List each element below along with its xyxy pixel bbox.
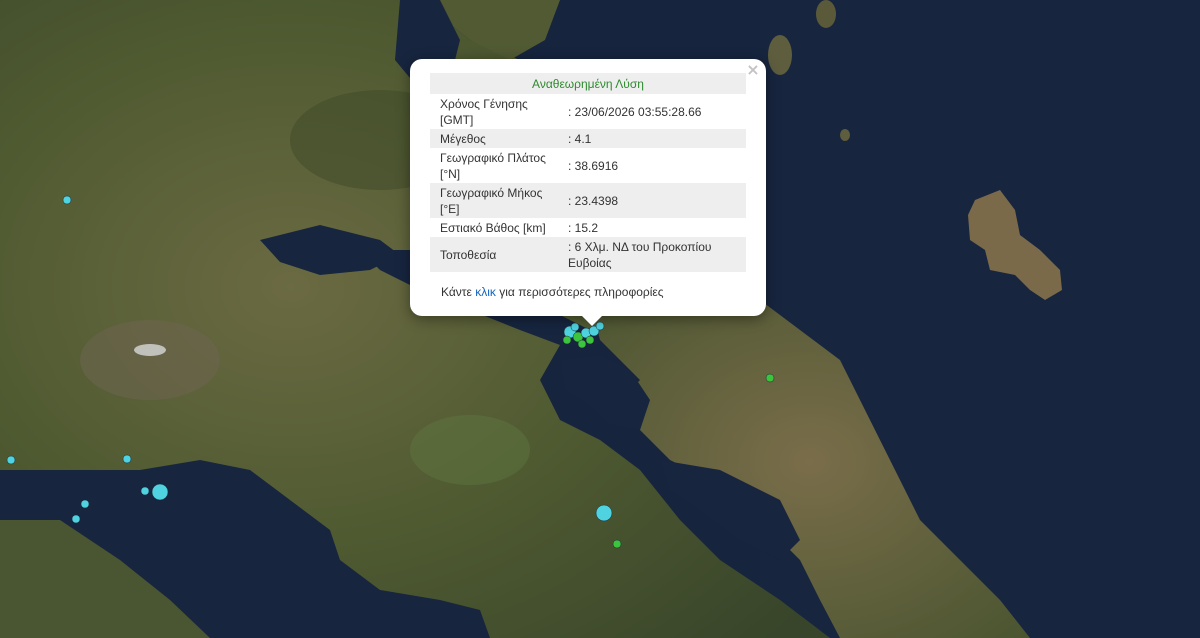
row-value: : 38.6916 [568,159,619,173]
earthquake-marker[interactable] [122,454,132,464]
earthquake-marker[interactable] [765,373,775,383]
more-info-prefix: Κάντε [441,285,472,299]
earthquake-marker[interactable] [151,483,169,501]
close-icon[interactable]: × [746,62,760,78]
earthquake-marker[interactable] [6,455,16,465]
island [816,0,836,28]
table-row: Εστιακό Βάθος [km] : 15.2 [430,218,746,237]
table-row: Τοποθεσία : 6 Χλμ. ΝΔ του Προκοπίου Ευβο… [430,237,746,272]
more-info-suffix: για περισσότερες πληροφορίες [499,285,664,299]
earthquake-marker[interactable] [71,514,81,524]
mountain-snow [134,344,166,356]
row-label: Χρόνος Γένησης [GMT] [440,97,528,127]
earthquake-popup: × Αναθεωρημένη Λύση Χρόνος Γένησης [GMT]… [410,59,766,326]
row-value: : 4.1 [566,129,746,148]
earthquake-marker[interactable] [577,339,587,349]
row-label: Εστιακό Βάθος [km] [440,221,546,235]
more-info-text: Κάντε κλικ για περισσότερες πληροφορίες [441,285,664,299]
earthquake-marker[interactable] [612,539,622,549]
more-info-link[interactable]: κλικ [475,285,496,299]
table-row: Γεωγραφικό Μήκος [°E] : 23.4398 [430,183,746,218]
table-row: Μέγεθος : 4.1 [430,129,746,148]
row-value: : 6 Χλμ. ΝΔ του Προκοπίου Ευβοίας [566,237,746,272]
row-value: : 15.2 [568,221,599,235]
row-label: Τοποθεσία [430,237,566,272]
row-value: : 23/06/2026 03:55:28.66 [568,105,702,119]
earthquake-marker[interactable] [585,335,595,345]
earthquake-marker[interactable] [62,195,72,205]
mountain-area [80,320,220,400]
plain-area [410,415,530,485]
row-label: Γεωγραφικό Πλάτος [°N] [440,151,546,181]
table-row: Χρόνος Γένησης [GMT] : 23/06/2026 03:55:… [430,94,746,129]
earthquake-info-table: Αναθεωρημένη Λύση Χρόνος Γένησης [GMT] :… [430,73,746,272]
island [768,35,792,75]
earthquake-marker[interactable] [80,499,90,509]
earthquake-marker[interactable] [140,486,150,496]
earthquake-marker[interactable] [562,335,572,345]
row-value: : 23.4398 [566,183,746,218]
row-label: Μέγεθος [430,129,566,148]
popup-tip [582,316,602,326]
earthquake-marker[interactable] [595,504,613,522]
earthquake-marker[interactable] [570,322,580,332]
row-label: Γεωγραφικό Μήκος [°E] [430,183,566,218]
island [840,129,850,141]
popup-title: Αναθεωρημένη Λύση [430,73,746,94]
table-row: Γεωγραφικό Πλάτος [°N] : 38.6916 [430,148,746,183]
